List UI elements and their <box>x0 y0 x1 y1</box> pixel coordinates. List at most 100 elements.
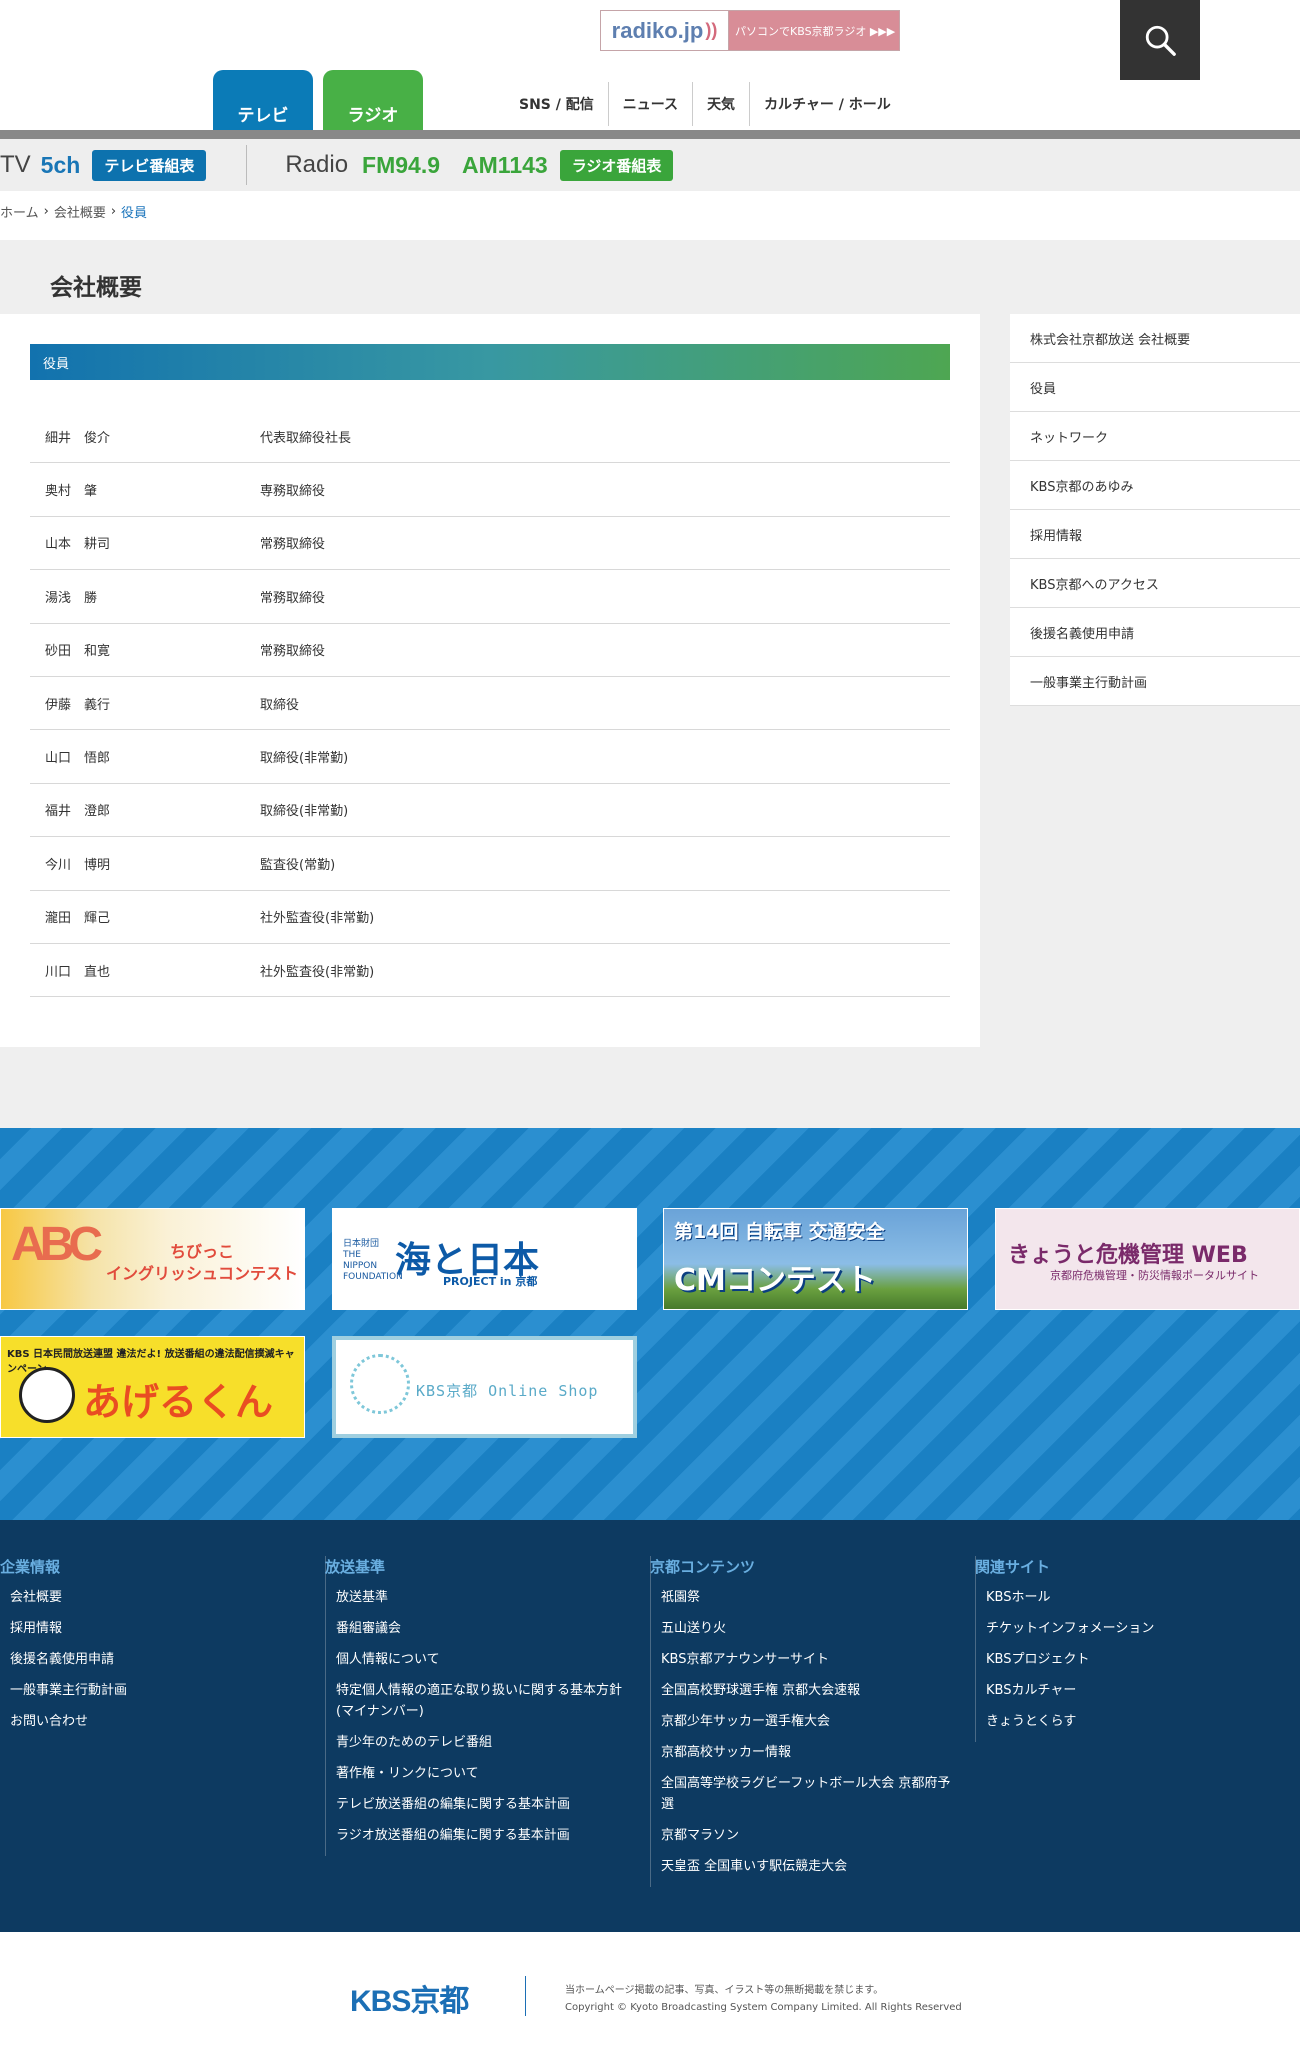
radio-wave-icon: )) <box>705 20 718 40</box>
officers-table: 細井 俊介 代表取締役社長 奥村 肇専務取締役 山本 耕司 常務取締役 湯浅 勝常務… <box>30 410 950 998</box>
banner-ageru-kun[interactable]: KBS 日本民間放送連盟 違法だよ! 放送番組の違法配信撲滅キャンペーン あげる… <box>0 1336 305 1438</box>
officer-role: 監査役(常勤) <box>260 857 336 873</box>
bicycle-contest-title: 第14回 自転車 交通安全 <box>674 1221 885 1243</box>
footer-link[interactable]: お問い合わせ <box>10 1711 325 1732</box>
radiko-logo: radiko.jp)) <box>601 11 729 50</box>
am-frequency: AM1143 <box>462 151 548 178</box>
footer-link[interactable]: 放送基準 <box>336 1587 650 1608</box>
sidebar-item-officers[interactable]: 役員 <box>1010 363 1300 412</box>
footer-link[interactable]: KBSホール <box>986 1587 1300 1608</box>
tab-tv[interactable]: テレビ <box>213 70 313 132</box>
footer-column-standards: 放送基準 放送基準 番組審議会 個人情報について 特定個人情報の適正な取り扱いに… <box>325 1556 650 1856</box>
table-row: 奥村 肇 専務取締役 <box>30 463 950 517</box>
banner-english-contest[interactable]: ABC ちびっこ イングリッシュコンテスト <box>0 1208 305 1310</box>
footer-link[interactable]: 天皇盃 全国車いす駅伝競走大会 <box>661 1856 975 1877</box>
tab-radio[interactable]: ラジオ <box>323 70 423 132</box>
officer-name: 伊藤 義行 <box>45 697 111 713</box>
crisis-web-subtitle: 京都府危機管理・防災情報ポータルサイト <box>1050 1269 1259 1282</box>
officer-name: 細井 俊介 <box>45 430 111 446</box>
sidebar-item-network[interactable]: ネットワーク <box>1010 412 1300 461</box>
banner-bicycle-cm-contest[interactable]: 第14回 自転車 交通安全 CMコンテスト <box>663 1208 968 1310</box>
breadcrumb: ホーム › 会社概要 › 役員 <box>0 191 1300 232</box>
nav-culture[interactable]: カルチャー / ホール <box>749 82 905 126</box>
footer-link[interactable]: きょうとくらす <box>986 1711 1300 1732</box>
top-navigation: SNS / 配信 ニュース 天気 カルチャー / ホール <box>505 82 905 126</box>
nav-news[interactable]: ニュース <box>607 82 692 126</box>
radiko-caption: パソコンでKBS京都ラジオ ▶▶▶ <box>729 11 899 50</box>
breadcrumb-company[interactable]: 会社概要 <box>54 202 106 221</box>
nav-sns[interactable]: SNS / 配信 <box>505 82 608 126</box>
breadcrumb-home[interactable]: ホーム <box>0 202 39 221</box>
footer-link[interactable]: 青少年のためのテレビ番組 <box>336 1732 650 1753</box>
table-row: 砂田 和寛 常務取締役 <box>30 624 950 677</box>
footer-link[interactable]: 番組審議会 <box>336 1618 650 1639</box>
ageru-kun-title: あげるくん <box>83 1380 274 1424</box>
radiko-banner[interactable]: radiko.jp)) パソコンでKBS京都ラジオ ▶▶▶ <box>600 10 900 51</box>
section-heading: 役員 <box>30 344 950 380</box>
banner-online-shop[interactable]: KBS京都 Online Shop <box>332 1336 637 1438</box>
footer-link[interactable]: 会社概要 <box>10 1587 325 1608</box>
officer-name: 川口 直也 <box>45 964 111 980</box>
footer-link[interactable]: テレビ放送番組の編集に関する基本計画 <box>336 1794 650 1815</box>
footer-link[interactable]: チケットインフォメーション <box>986 1618 1300 1639</box>
sidebar-item-action-plan[interactable]: 一般事業主行動計画 <box>1010 657 1300 706</box>
banner-umi-to-nippon[interactable]: 日本財団 THE NIPPON FOUNDATION 海と日本 PROJECT … <box>332 1208 637 1310</box>
sidebar-item-access[interactable]: KBS京都へのアクセス <box>1010 559 1300 608</box>
sidebar-item-company-overview[interactable]: 株式会社京都放送 会社概要 <box>1010 314 1300 363</box>
site-footer: KBS京都 当ホームページ掲載の記事、写真、イラスト等の無断掲載を禁じます。 C… <box>0 1932 1300 2049</box>
footer-link[interactable]: 京都マラソン <box>661 1825 975 1846</box>
footer-link[interactable]: 著作権・リンクについて <box>336 1763 650 1784</box>
footer-link[interactable]: 五山送り火 <box>661 1618 975 1639</box>
fm-frequency: FM94.9 <box>362 151 441 178</box>
officer-name: 山本 耕司 <box>45 537 111 553</box>
footer-link[interactable]: 後援名義使用申請 <box>10 1649 325 1670</box>
officer-role: 取締役(非常勤) <box>260 804 349 820</box>
officer-role: 取締役 <box>260 697 300 713</box>
footer-heading: 企業情報 <box>0 1558 61 1576</box>
search-button[interactable] <box>1120 0 1200 80</box>
footer-link[interactable]: 京都少年サッカー選手権大会 <box>661 1711 975 1732</box>
footer-link[interactable]: 京都高校サッカー情報 <box>661 1742 975 1763</box>
sidebar-item-sponsorship[interactable]: 後援名義使用申請 <box>1010 608 1300 657</box>
footer-column-corporate: 企業情報 会社概要 採用情報 後援名義使用申請 一般事業主行動計画 お問い合わせ <box>0 1556 325 1742</box>
footer-link[interactable]: KBS京都アナウンサーサイト <box>661 1649 975 1670</box>
footer-column-kyoto-content: 京都コンテンツ 祇園祭 五山送り火 KBS京都アナウンサーサイト 全国高校野球選… <box>650 1556 975 1887</box>
tv-schedule-button[interactable]: テレビ番組表 <box>92 149 207 181</box>
table-row: 湯浅 勝 常務取締役 <box>30 570 950 624</box>
footer-heading: 関連サイト <box>975 1558 1051 1576</box>
officer-role: 常務取締役 <box>260 590 326 606</box>
footer-link[interactable]: 祇園祭 <box>661 1587 975 1608</box>
table-row: 川口 直也 社外監査役(非常勤) <box>30 944 950 998</box>
nav-weather[interactable]: 天気 <box>692 82 749 126</box>
officer-role: 常務取締役 <box>260 537 326 553</box>
officer-name: 福井 澄郎 <box>45 804 111 820</box>
chevron-right-icon: › <box>43 204 49 219</box>
footer-link[interactable]: 一般事業主行動計画 <box>10 1680 325 1701</box>
footer-link[interactable]: 全国高校野球選手権 京都大会速報 <box>661 1680 975 1701</box>
table-row: 山口 悟郎 取締役(非常勤) <box>30 730 950 784</box>
sidebar-item-recruit[interactable]: 採用情報 <box>1010 510 1300 559</box>
sidebar-item-history[interactable]: KBS京都のあゆみ <box>1010 461 1300 510</box>
footer-link[interactable]: 個人情報について <box>336 1649 650 1670</box>
banner-kyoto-crisis-web[interactable]: きょうと危機管理 WEB 京都府危機管理・防災情報ポータルサイト <box>995 1208 1300 1310</box>
bicycle-cm-label: CMコンテスト <box>674 1263 876 1298</box>
tv-label: TV <box>0 151 31 178</box>
content-panel: 役員 細井 俊介 代表取締役社長 奥村 肇専務取締役 山本 耕司 常務取締役 湯浅 … <box>0 314 980 1047</box>
radio-label: Radio <box>285 151 349 178</box>
table-row: 今川 博明 監査役(常勤) <box>30 837 950 891</box>
kbs-kyoto-logo[interactable]: KBS京都 <box>350 1976 469 2020</box>
online-shop-text: KBS京都 Online Shop <box>416 1382 599 1400</box>
footer-link[interactable]: ラジオ放送番組の編集に関する基本計画 <box>336 1825 650 1846</box>
officer-role: 取締役(非常勤) <box>260 751 349 767</box>
header-divider <box>0 130 1300 139</box>
radio-schedule-button[interactable]: ラジオ番組表 <box>559 149 674 181</box>
breadcrumb-current: 役員 <box>121 206 148 221</box>
footer-link[interactable]: 採用情報 <box>10 1618 325 1639</box>
footer-link[interactable]: KBSカルチャー <box>986 1680 1300 1701</box>
footer-link[interactable]: KBSプロジェクト <box>986 1649 1300 1670</box>
footer-link[interactable]: 全国高等学校ラグビーフットボール大会 京都府予選 <box>661 1773 975 1815</box>
officer-role: 常務取締役 <box>260 644 326 660</box>
footer-link[interactable]: 特定個人情報の適正な取り扱いに関する基本方針(マイナンバー) <box>336 1680 650 1722</box>
table-row: 福井 澄郎 取締役(非常勤) <box>30 784 950 838</box>
officer-role: 社外監査役(非常勤) <box>260 911 375 927</box>
